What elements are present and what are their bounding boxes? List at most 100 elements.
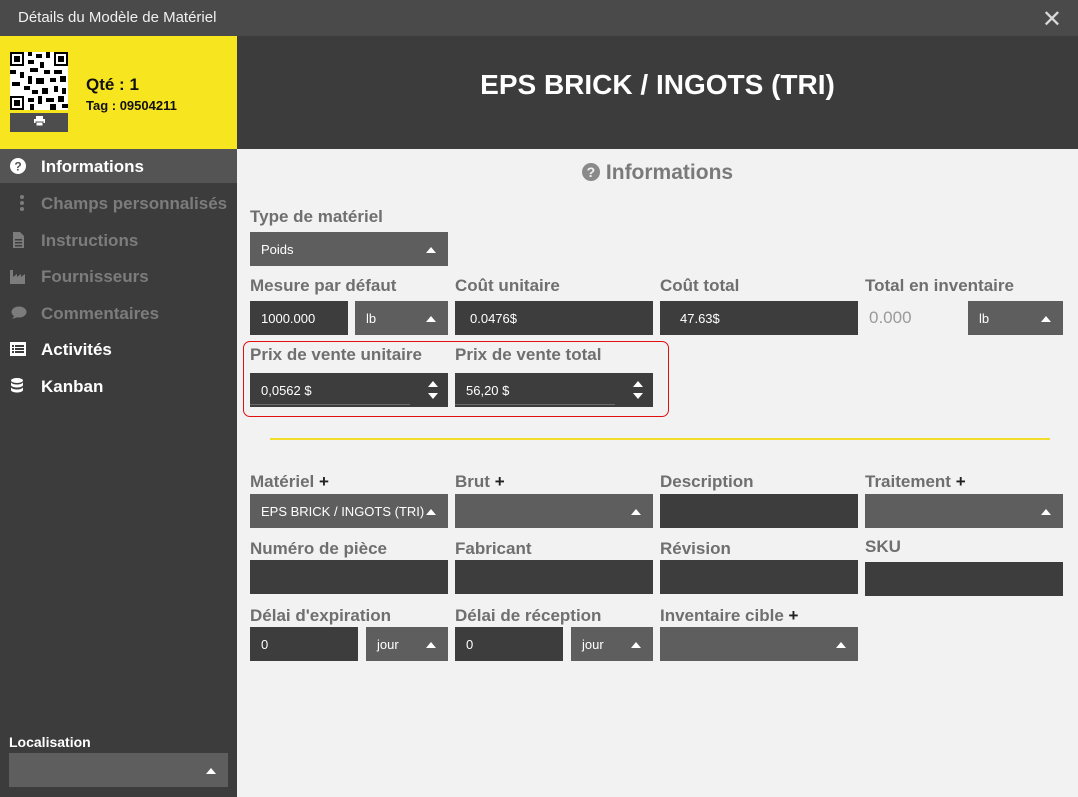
add-treatment-button[interactable]: + — [956, 472, 966, 491]
revision-label: Révision — [660, 539, 731, 558]
material-label-text: Matériel — [250, 472, 315, 491]
inventory-total-value: 0.000 — [869, 308, 912, 327]
measure-value: 1000.000 — [261, 311, 316, 326]
material-model-details-window: Détails du Modèle de Matériel ✕ Qté: 1 … — [0, 0, 1078, 797]
sidebar-item-champs-personnalises[interactable]: Champs personnalisés — [0, 186, 237, 220]
sidebar-item-fournisseurs[interactable]: Fournisseurs — [0, 259, 237, 293]
inventory-unit-select[interactable]: lb — [968, 301, 1063, 335]
caret-up-icon — [426, 316, 436, 322]
treatment-label-text: Traitement — [865, 472, 951, 491]
expiry-delay-value: 0 — [261, 637, 269, 652]
reception-unit-value: jour — [582, 637, 604, 652]
caret-up-icon — [631, 509, 641, 515]
list-icon — [10, 342, 26, 356]
sku-label: SKU — [865, 537, 901, 556]
sidebar-item-instructions[interactable]: Instructions — [0, 223, 237, 257]
caret-up-icon — [426, 642, 436, 648]
quantity-label: Qté : 1 — [86, 75, 139, 94]
unit-sale-price-input[interactable]: 0,0562 $ — [250, 373, 448, 407]
page-header: EPS BRICK / INGOTS (TRI) — [237, 36, 1078, 149]
database-icon — [11, 378, 23, 393]
part-number-label: Numéro de pièce — [250, 539, 387, 558]
total-sale-price-value: 56,20 $ — [466, 383, 510, 398]
measure-unit-select[interactable]: lb — [355, 301, 448, 335]
input-underline — [455, 404, 615, 405]
question-circle-icon: ? — [10, 158, 26, 174]
factory-icon — [10, 270, 25, 284]
sidebar-item-label: Fournisseurs — [41, 267, 149, 286]
tag-label: Tag : 09504211 — [86, 98, 177, 113]
raw-select[interactable] — [455, 494, 653, 528]
informations-panel: ? Informations Type de matériel Poids Mes… — [237, 149, 1078, 797]
caret-up-icon — [1041, 316, 1051, 322]
sidebar-item-kanban[interactable]: Kanban — [0, 369, 237, 403]
measure-input[interactable]: 1000.000 — [250, 301, 348, 335]
svg-text:?: ? — [14, 160, 21, 174]
caret-up-icon — [836, 642, 846, 648]
target-inventory-label: Inventaire cible + — [660, 606, 798, 626]
type-label: Type de matériel — [250, 207, 383, 226]
location-select[interactable] — [9, 753, 228, 787]
inventory-unit-value: lb — [979, 311, 990, 326]
reception-unit-select[interactable]: jour — [571, 627, 653, 661]
sidebar-item-commentaires[interactable]: Commentaires — [0, 296, 237, 330]
number-spinner[interactable] — [428, 379, 438, 401]
document-icon — [13, 232, 24, 248]
section-divider — [270, 438, 1050, 440]
material-value: EPS BRICK / INGOTS (TRI) — [261, 504, 425, 519]
caret-up-icon — [631, 642, 641, 648]
description-label: Description — [660, 472, 754, 491]
add-target-inventory-button[interactable]: + — [789, 606, 799, 625]
treatment-label: Traitement + — [865, 472, 966, 492]
reception-delay-value: 0 — [466, 637, 474, 652]
expiry-unit-value: jour — [377, 637, 399, 652]
raw-label-text: Brut — [455, 472, 490, 491]
caret-up-icon — [426, 247, 436, 253]
type-value: Poids — [261, 242, 294, 257]
treatment-select[interactable] — [865, 494, 1063, 528]
input-underline — [250, 404, 410, 405]
sidebar-item-label: Kanban — [41, 377, 104, 396]
sidebar-item-label: Instructions — [41, 231, 139, 250]
material-select[interactable]: EPS BRICK / INGOTS (TRI) — [250, 494, 448, 528]
expiry-unit-select[interactable]: jour — [366, 627, 448, 661]
number-spinner[interactable] — [633, 379, 643, 401]
description-input[interactable] — [660, 494, 858, 528]
add-raw-button[interactable]: + — [495, 472, 505, 491]
measure-label: Mesure par défaut — [250, 276, 397, 295]
manufacturer-input[interactable] — [455, 560, 653, 594]
revision-input[interactable] — [660, 560, 858, 594]
arrow-up-icon — [428, 381, 438, 387]
unit-cost-value: 0.0476$ — [470, 311, 517, 326]
unit-cost-label: Coût unitaire — [455, 276, 560, 295]
sidebar: Qté : 1 Tag : 09504211 ? Informations Ch… — [0, 36, 237, 797]
part-number-input[interactable] — [250, 560, 448, 594]
sidebar-item-informations[interactable]: ? Informations — [0, 149, 237, 183]
type-select[interactable]: Poids — [250, 232, 448, 266]
total-cost-input[interactable]: 47.63$ — [660, 301, 858, 335]
target-inventory-label-text: Inventaire cible — [660, 606, 784, 625]
sidebar-item-label: Informations — [41, 157, 144, 176]
close-icon[interactable]: ✕ — [1042, 5, 1062, 34]
qr-code-icon — [10, 52, 68, 110]
speech-bubble-icon — [11, 306, 27, 319]
total-sale-price-input[interactable]: 56,20 $ — [455, 373, 653, 407]
caret-up-icon — [1041, 509, 1051, 515]
reception-delay-input[interactable]: 0 — [455, 627, 563, 661]
section-title-text: Informations — [605, 161, 734, 184]
unit-cost-input[interactable]: 0.0476$ — [455, 301, 653, 335]
add-material-button[interactable]: + — [319, 472, 329, 491]
total-cost-label: Coût total — [660, 276, 740, 295]
sku-input[interactable] — [865, 562, 1063, 596]
inventory-total-label: Total en inventaire — [865, 276, 1014, 295]
total-sale-price-label: Prix de vente total — [455, 345, 602, 364]
target-inventory-select[interactable] — [660, 627, 858, 661]
sidebar-item-label: Activités — [41, 340, 112, 359]
material-label: Matériel + — [250, 472, 329, 492]
expiry-delay-input[interactable]: 0 — [250, 627, 358, 661]
raw-label: Brut + — [455, 472, 505, 492]
print-qr-button[interactable] — [10, 113, 68, 132]
sidebar-item-activites[interactable]: Activités — [0, 332, 237, 366]
unit-sale-price-label: Prix de vente unitaire — [250, 345, 422, 364]
total-cost-value: 47.63$ — [680, 311, 720, 326]
